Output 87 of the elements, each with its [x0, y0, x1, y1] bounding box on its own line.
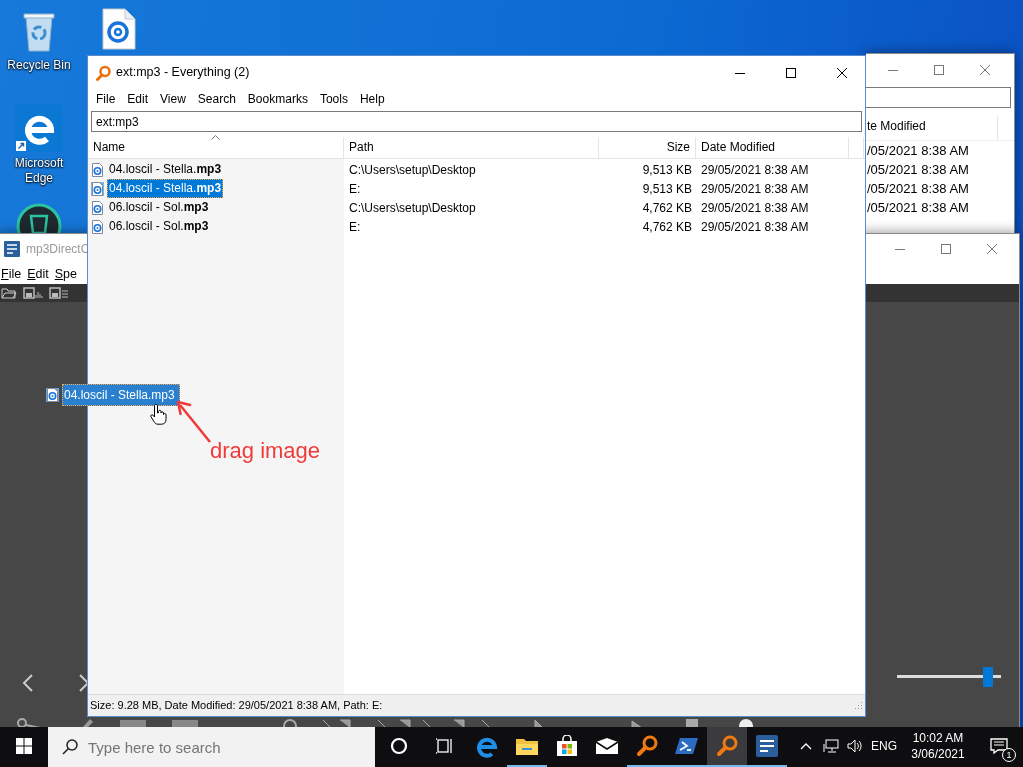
app-icon	[4, 240, 20, 257]
search-field[interactable]: ext:mp3	[91, 111, 862, 132]
menu-item[interactable]: Help	[353, 90, 391, 108]
notification-icon	[990, 738, 1008, 754]
close-icon	[987, 243, 997, 254]
icon-label: Recycle Bin	[7, 58, 71, 73]
table-cell-text: 29/05/2021 8:38 AM	[700, 218, 810, 236]
slider-thumb[interactable]	[983, 667, 994, 687]
table-cell-text: C:\Users\setup\Desktop	[348, 161, 477, 179]
notification-button[interactable]: 1	[975, 727, 1023, 767]
audio-file-icon[interactable]	[102, 8, 136, 50]
table-cell-text: /05/2021 8:38 AM	[867, 179, 969, 198]
status-text: Size: 9.28 MB, Date Modified: 29/05/2021 8:38 AM, Path: E:	[90, 698, 383, 714]
table-cell-text: 29/05/2021 8:38 AM	[700, 199, 810, 217]
audio-file-icon	[91, 219, 104, 234]
next-icon[interactable]	[78, 674, 90, 692]
menu-item[interactable]: Edit	[121, 90, 155, 108]
search-icon	[95, 64, 111, 81]
table-cell-text: /05/2021 8:38 AM	[867, 141, 969, 160]
search-icon	[636, 735, 658, 757]
file-name[interactable]: 04.loscil - Stella.mp3	[107, 160, 224, 179]
previous-icon[interactable]	[22, 674, 34, 692]
speaker-icon	[847, 739, 863, 753]
table-cell-text: 4,762 KB	[641, 199, 693, 217]
file-name[interactable]: 04.loscil - Stella.mp3	[107, 179, 224, 198]
menu-item[interactable]: Spe	[53, 264, 82, 283]
browser-icon[interactable]	[15, 104, 63, 152]
save-icon[interactable]	[23, 287, 43, 299]
chevron-up-icon	[800, 742, 812, 750]
table-cell-text: E:	[348, 218, 362, 236]
window-title: ext:mp3 - Everything (2)	[116, 64, 251, 82]
windows-logo-icon	[16, 738, 32, 754]
icon-label: Microsoft Edge	[13, 156, 65, 186]
table-cell-text: 4,762 KB	[641, 218, 693, 236]
file-name[interactable]: 06.loscil - Sol.mp3	[107, 217, 211, 236]
table-cell-text: C:\Users\setup\Desktop	[348, 199, 477, 217]
search-field[interactable]: Type here to search	[48, 727, 375, 767]
close-icon	[837, 67, 847, 78]
audio-file-icon	[91, 200, 104, 215]
search-icon	[62, 739, 78, 755]
clock[interactable]: 10:02 AM 3/06/2021	[901, 727, 975, 767]
store-icon	[556, 735, 578, 757]
audio-file-icon	[46, 388, 59, 402]
network-icon	[823, 739, 839, 753]
clock-time: 10:02 AM	[912, 730, 964, 746]
menu-item[interactable]: Tools	[313, 90, 354, 108]
terminal-icon	[675, 737, 699, 755]
search-icon	[716, 735, 738, 757]
menu-item[interactable]: Bookmarks	[241, 90, 314, 108]
table-cell-text: /05/2021 8:38 AM	[867, 198, 969, 217]
menu-item[interactable]: Search	[191, 90, 242, 108]
shield-icon[interactable]	[16, 203, 62, 233]
table-cell-text: 9,513 KB	[641, 180, 693, 198]
folder-icon	[515, 736, 539, 756]
hand-cursor-icon	[150, 403, 168, 425]
maximize-icon	[786, 67, 796, 78]
close-icon	[980, 64, 990, 75]
column-header[interactable]: te Modified	[866, 116, 998, 140]
drag-image: 04.loscil - Stella.mp3	[62, 384, 180, 406]
open-folder-icon[interactable]	[1, 287, 17, 299]
menu-item[interactable]: Edit	[26, 264, 54, 283]
resize-grip-icon	[854, 701, 863, 710]
table-cell-text: 29/05/2021 8:38 AM	[700, 161, 810, 179]
file-name[interactable]: 06.loscil - Sol.mp3	[107, 198, 211, 217]
maximize-icon	[941, 243, 951, 254]
table-cell-text: E:	[348, 180, 362, 198]
save-list-icon[interactable]	[49, 287, 69, 299]
app-icon	[756, 735, 778, 757]
table-cell-text: 29/05/2021 8:38 AM	[700, 180, 810, 198]
menu-item[interactable]: File	[90, 90, 122, 108]
task-view-icon	[436, 738, 454, 754]
mail-icon	[595, 737, 619, 755]
table-cell-text: 9,513 KB	[641, 161, 693, 179]
window-title: mp3DirectC	[26, 240, 90, 258]
arrow	[176, 400, 212, 444]
menu-item[interactable]: View	[154, 90, 192, 108]
table-cell-text: /05/2021 8:38 AM	[867, 160, 969, 179]
search-field[interactable]	[866, 87, 1011, 108]
audio-file-icon	[91, 162, 104, 177]
language-indicator[interactable]: ENG	[867, 727, 901, 767]
menu-item[interactable]: File	[0, 264, 27, 283]
cortana-icon	[390, 737, 408, 755]
annotation-label: drag image	[210, 437, 321, 465]
notification-badge: 1	[1002, 748, 1016, 762]
maximize-icon	[934, 64, 944, 75]
clock-date: 3/06/2021	[911, 746, 965, 762]
audio-file-icon	[91, 181, 104, 196]
